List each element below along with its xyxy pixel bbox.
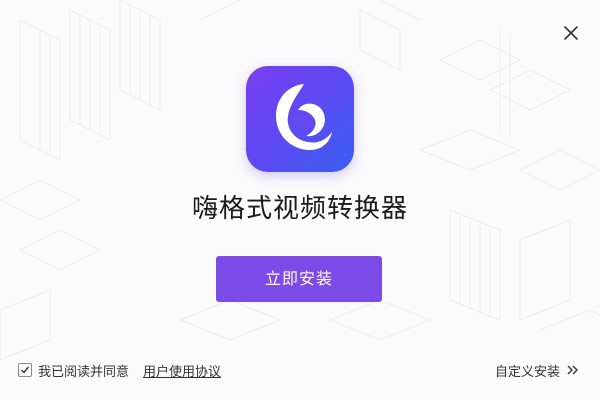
agreement-checkbox[interactable]: [18, 363, 32, 377]
custom-install-button[interactable]: 自定义安装: [495, 360, 580, 380]
installer-window: 嗨格式视频转换器 立即安装 我已阅读并同意 用户使用协议 自定义安装: [0, 0, 600, 400]
app-logo-icon: [276, 84, 332, 150]
agreement-row: 我已阅读并同意 用户使用协议: [18, 360, 221, 380]
app-title: 嗨格式视频转换器: [191, 194, 408, 224]
user-agreement-link[interactable]: 用户使用协议: [143, 361, 221, 380]
close-icon: [564, 26, 578, 40]
checkmark-icon: [21, 366, 30, 374]
custom-install-label: 自定义安装: [494, 364, 560, 380]
close-button[interactable]: [560, 22, 582, 44]
agreement-text: 我已阅读并同意: [38, 364, 130, 380]
double-chevron-right-icon: [567, 365, 578, 375]
app-logo: [246, 66, 354, 172]
install-now-button[interactable]: 立即安装: [216, 256, 382, 302]
